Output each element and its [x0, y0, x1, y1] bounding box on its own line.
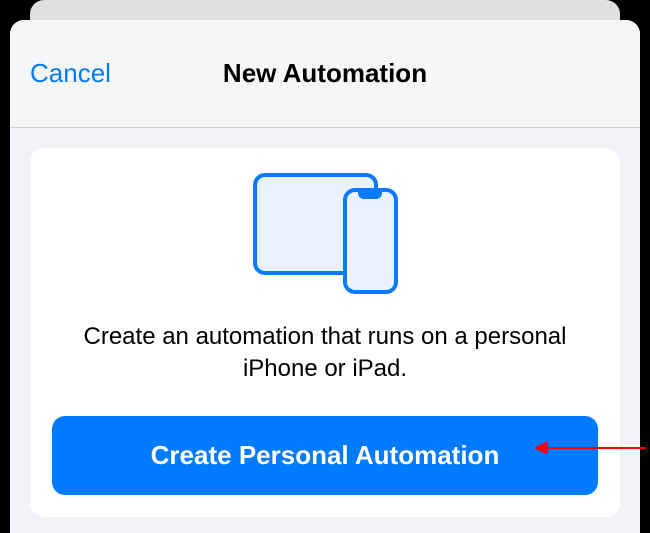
card-description: Create an automation that runs on a pers…: [52, 321, 598, 386]
annotation-arrow-icon: [536, 447, 646, 449]
iphone-icon: [343, 188, 398, 294]
iphone-notch-icon: [358, 192, 382, 199]
navigation-bar: Cancel New Automation: [10, 20, 640, 128]
cancel-button[interactable]: Cancel: [30, 58, 111, 89]
personal-automation-card: Create an automation that runs on a pers…: [30, 148, 620, 517]
devices-icon: [253, 173, 398, 293]
page-title: New Automation: [223, 58, 427, 89]
create-personal-automation-button[interactable]: Create Personal Automation: [52, 416, 598, 495]
modal-sheet: Cancel New Automation Create an automati…: [10, 20, 640, 533]
